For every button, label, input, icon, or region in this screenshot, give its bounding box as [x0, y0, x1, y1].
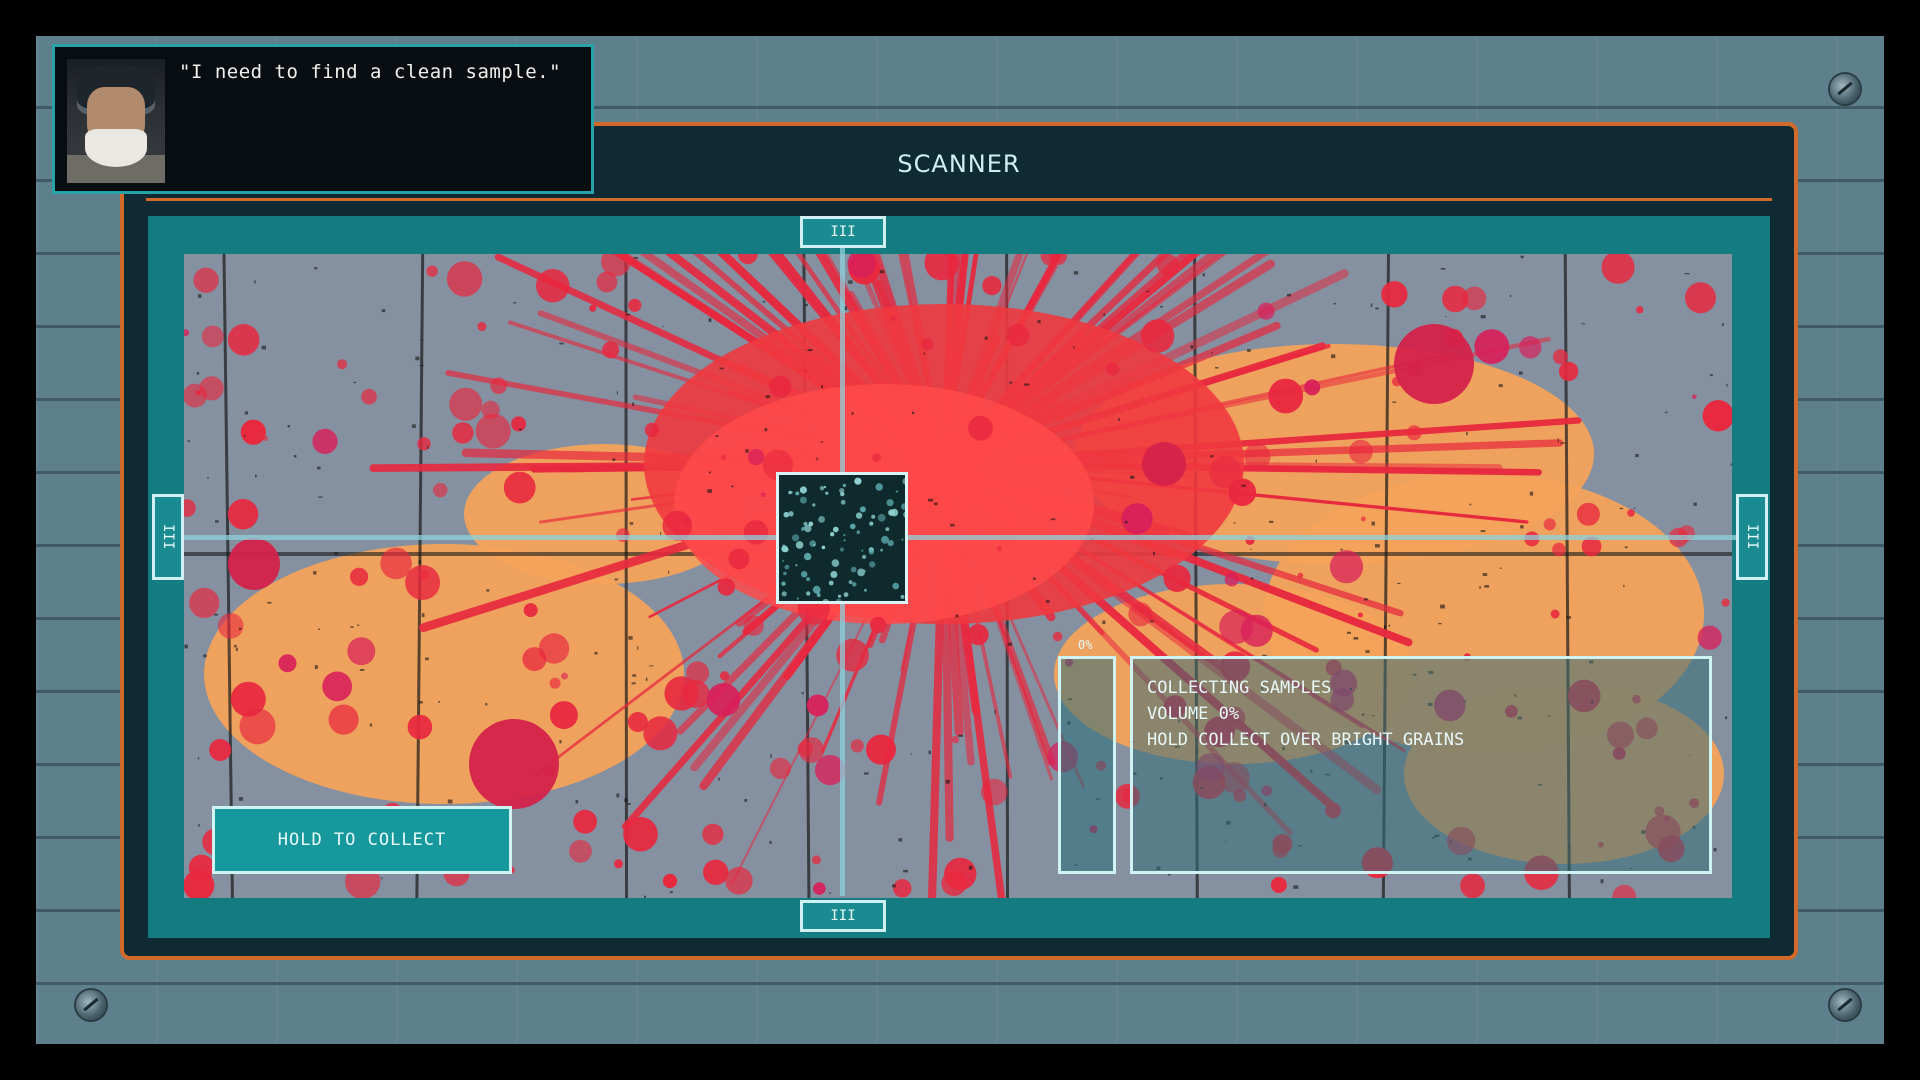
dialog-text: "I need to find a clean sample." — [179, 61, 562, 83]
scanner-handle-left[interactable]: III — [152, 494, 184, 580]
handle-grip-icon: III — [1744, 524, 1760, 550]
scanner-handle-right[interactable]: III — [1736, 494, 1768, 580]
scanner-handle-bottom[interactable]: III — [800, 900, 886, 932]
crosshair-horizontal — [180, 535, 1738, 540]
sample-grains — [781, 477, 905, 601]
speaker-portrait — [67, 59, 165, 183]
info-status: COLLECTING SAMPLES — [1147, 678, 1332, 698]
volume-meter — [1058, 656, 1116, 874]
screw-icon — [1830, 990, 1860, 1020]
scanner-handle-top[interactable]: III — [800, 216, 886, 248]
screw-icon — [76, 990, 106, 1020]
hold-to-collect-button[interactable]: HOLD TO COLLECT — [212, 806, 512, 874]
info-volume: VOLUME 0% — [1147, 704, 1240, 724]
meter-percent-label: 0% — [1078, 638, 1093, 652]
game-screen: SCANNER III III III III HOLD TO COLLECT … — [0, 0, 1920, 1080]
info-hint: HOLD COLLECT OVER BRIGHT GRAINS — [1147, 730, 1465, 750]
dialog-box: "I need to find a clean sample." — [52, 44, 594, 194]
handle-grip-icon: III — [830, 908, 856, 924]
screw-icon — [1830, 74, 1860, 104]
sample-info-panel: COLLECTING SAMPLES VOLUME 0% HOLD COLLEC… — [1130, 656, 1712, 874]
handle-grip-icon: III — [160, 524, 176, 550]
handle-grip-icon: III — [830, 224, 856, 240]
magnifier-lens[interactable] — [776, 472, 908, 604]
